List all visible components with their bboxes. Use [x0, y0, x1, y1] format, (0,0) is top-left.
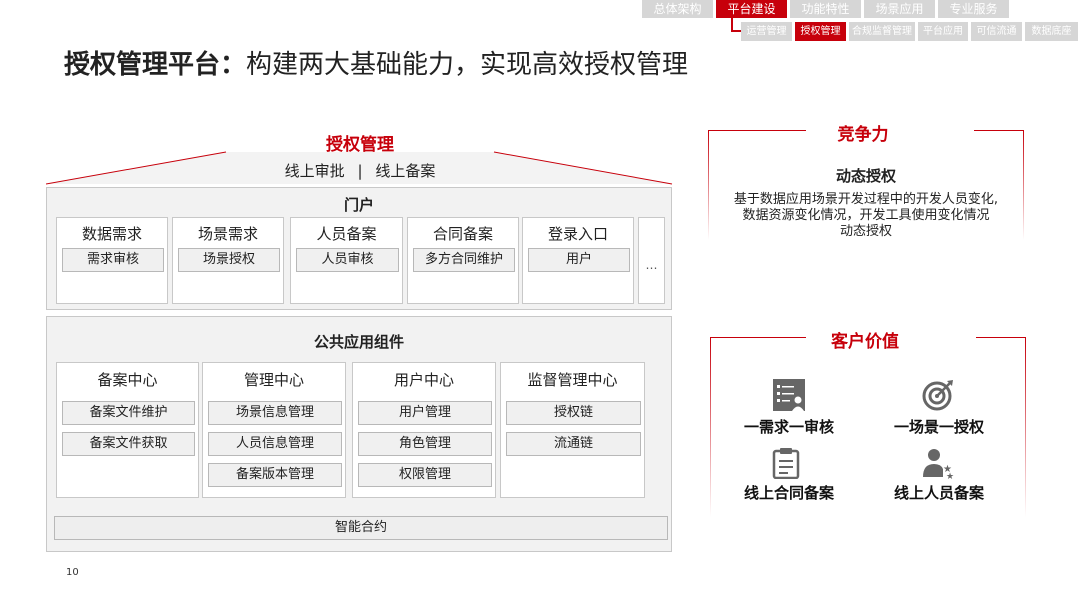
online-approval: 线上审批 — [284, 162, 345, 180]
target-icon — [922, 380, 953, 411]
smart-contract-bar[interactable]: 智能合约 — [54, 516, 668, 540]
chip-auth-chain[interactable]: 授权链 — [506, 401, 641, 425]
card-title: 用户中心 — [393, 371, 454, 389]
card-title: 监督管理中心 — [527, 371, 618, 389]
chip-scene-info[interactable]: 场景信息管理 — [208, 401, 342, 425]
customer-value-heading: 客户价值 — [831, 332, 899, 352]
nav-tab-platform[interactable]: 平台建设 — [716, 0, 787, 18]
chip-filing-fetch[interactable]: 备案文件获取 — [62, 432, 195, 456]
components-panel: 公共应用组件 备案中心 备案文件维护 备案文件获取 管理中心 场景信息管理 人员… — [46, 316, 672, 552]
card-title: 场景需求 — [197, 225, 258, 243]
value-label-2: 一场景一授权 — [893, 418, 984, 436]
nav-tab-scenarios[interactable]: 场景应用 — [864, 0, 935, 18]
page-number: 10 — [66, 567, 79, 578]
card-title: 备案中心 — [97, 371, 158, 389]
card-title: 管理中心 — [243, 371, 304, 389]
line-left-v — [710, 337, 711, 517]
comp-card-supervision-center[interactable]: 监督管理中心 授权链 流通链 — [500, 362, 645, 498]
chip-permission-mgmt[interactable]: 权限管理 — [358, 463, 492, 487]
portal-card-login[interactable]: 登录入口 用户 — [522, 217, 634, 304]
portal-panel: 门户 数据需求 需求审核 场景需求 场景授权 人员备案 人员审核 合同备案 多方… — [46, 187, 672, 310]
person-stars-icon: ★ ★★ — [923, 449, 954, 479]
checklist-person-icon — [773, 379, 805, 411]
nav-tab-features[interactable]: 功能特性 — [790, 0, 861, 18]
chip-flow-chain[interactable]: 流通链 — [506, 432, 641, 456]
nav-tab-architecture[interactable]: 总体架构 — [642, 0, 713, 18]
chip-filing-maint[interactable]: 备案文件维护 — [62, 401, 195, 425]
value-label-1: 一需求一审核 — [743, 418, 834, 436]
comp-card-filing-center[interactable]: 备案中心 备案文件维护 备案文件获取 — [56, 362, 199, 498]
competitiveness-heading: 竞争力 — [837, 125, 889, 145]
subtab-platform-apps[interactable]: 平台应用 — [918, 22, 968, 41]
portal-card-scene-demand[interactable]: 场景需求 场景授权 — [172, 217, 284, 304]
portal-card-contract-filing[interactable]: 合同备案 多方合同维护 — [407, 217, 519, 304]
page-title-bold: 授权管理平台： — [64, 50, 247, 80]
components-title: 公共应用组件 — [313, 333, 404, 351]
card-title: 数据需求 — [81, 225, 142, 243]
subtab-trusted-flow[interactable]: 可信流通 — [971, 22, 1022, 41]
roof-subtitle: 线上审批 | 线上备案 — [260, 160, 460, 181]
chip-personnel-info[interactable]: 人员信息管理 — [208, 432, 342, 456]
chip-user-mgmt[interactable]: 用户管理 — [358, 401, 492, 425]
dynamic-auth-title: 动态授权 — [835, 167, 896, 185]
line-right — [976, 337, 1026, 338]
value-label-4: 线上人员备案 — [893, 484, 984, 502]
chip-demand-review[interactable]: 需求审核 — [62, 248, 164, 272]
chip-user[interactable]: 用户 — [528, 248, 630, 272]
card-title: 登录入口 — [547, 225, 608, 243]
chip-role-mgmt[interactable]: 角色管理 — [358, 432, 492, 456]
portal-more[interactable]: … — [638, 217, 665, 304]
clipboard-icon — [772, 448, 800, 479]
page-title-rest: 构建两大基础能力，实现高效授权管理 — [246, 50, 689, 80]
portal-card-data-demand[interactable]: 数据需求 需求审核 — [56, 217, 168, 304]
nav-tab-services[interactable]: 专业服务 — [938, 0, 1009, 18]
chip-personnel-review[interactable]: 人员审核 — [296, 248, 399, 272]
line-right-v — [1025, 337, 1026, 517]
dynamic-auth-desc: 基于数据应用场景开发过程中的开发人员变化, 数据资源变化情况，开发工具使用变化情… — [708, 192, 1024, 240]
online-filing: 线上备案 — [375, 162, 436, 180]
value-label-3: 线上合同备案 — [743, 484, 834, 502]
comp-card-management-center[interactable]: 管理中心 场景信息管理 人员信息管理 备案版本管理 — [202, 362, 346, 498]
sub-separator: | — [357, 162, 363, 180]
card-title: 合同备案 — [432, 225, 493, 243]
subtab-authorization[interactable]: 授权管理 — [795, 22, 846, 41]
chip-scene-auth[interactable]: 场景授权 — [178, 248, 280, 272]
portal-card-personnel-filing[interactable]: 人员备案 人员审核 — [290, 217, 403, 304]
chip-contract-maint[interactable]: 多方合同维护 — [413, 248, 515, 272]
desc-line-3: 动态授权 — [839, 224, 892, 239]
portal-title: 门户 — [343, 196, 374, 214]
subtab-operations[interactable]: 运营管理 — [741, 22, 792, 41]
nav-connector-h — [731, 30, 741, 32]
line-right — [974, 130, 1024, 131]
competitiveness-box: 竞争力 动态授权 基于数据应用场景开发过程中的开发人员变化, 数据资源变化情况，… — [708, 125, 1024, 250]
desc-line-1: 基于数据应用场景开发过程中的开发人员变化, — [733, 192, 999, 207]
chip-filing-version[interactable]: 备案版本管理 — [208, 463, 342, 487]
card-title: 人员备案 — [316, 225, 377, 243]
subtab-data-base[interactable]: 数据底座 — [1025, 22, 1078, 41]
subtab-compliance[interactable]: 合规监督管理 — [849, 22, 915, 41]
page-title: 授权管理平台：构建两大基础能力，实现高效授权管理 — [64, 44, 688, 81]
svg-text:★★: ★★ — [946, 472, 954, 479]
desc-line-2: 数据资源变化情况，开发工具使用变化情况 — [742, 208, 990, 223]
comp-card-user-center[interactable]: 用户中心 用户管理 角色管理 权限管理 — [352, 362, 496, 498]
